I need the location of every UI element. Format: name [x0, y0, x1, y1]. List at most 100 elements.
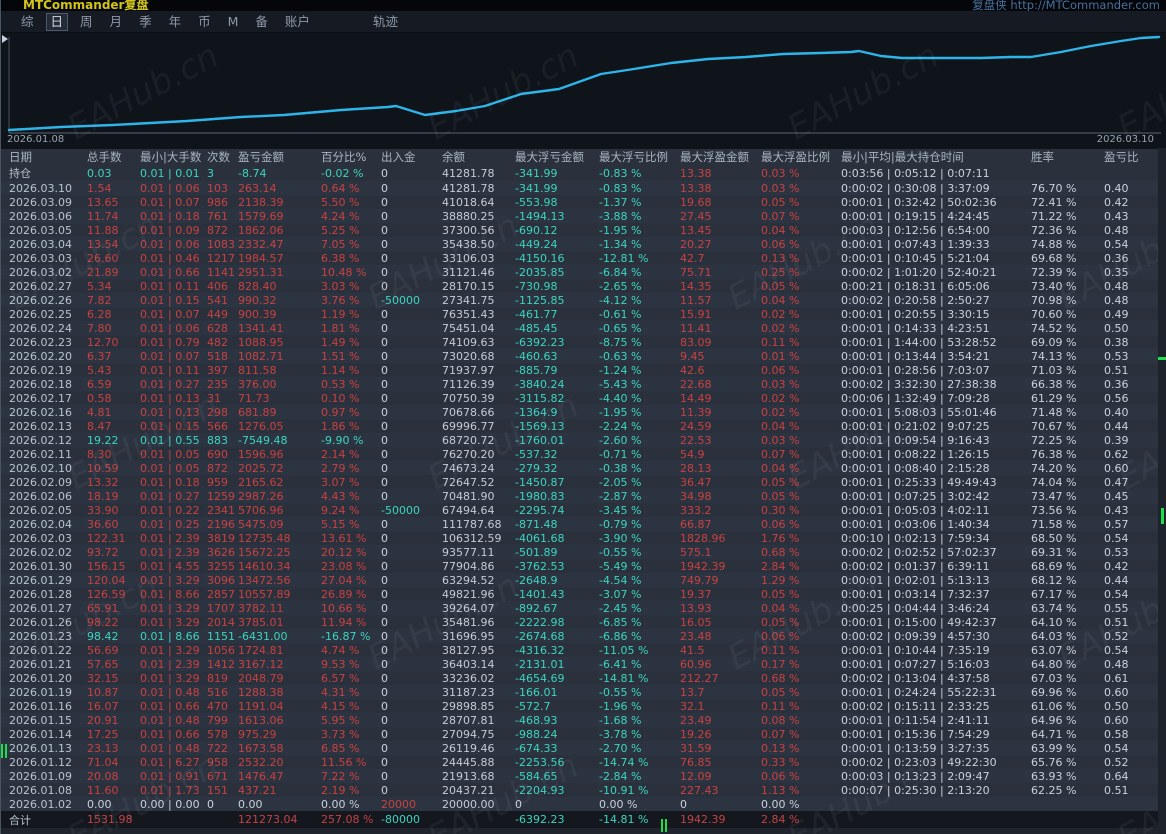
- cell: 0.03 %: [761, 166, 800, 180]
- table-row[interactable]: 2026.02.18 6.59 0.01 | 0.27 235 376.00 0.53 %…: [1, 377, 1166, 391]
- table-row[interactable]: 2026.01.15 20.91 0.01 | 0.48 799 1613.06 5.95…: [1, 713, 1166, 727]
- open-position-row[interactable]: 持仓 0.03 0.01 | 0.01 3 -8.74 -0.02 % 0 41281.78 -…: [1, 165, 1166, 181]
- table-row[interactable]: 2026.01.02 0.00 0.00 | 0.00 0 0.00 0.00 % 2000…: [1, 797, 1166, 811]
- cell: 9.53 %: [321, 657, 360, 671]
- cell: 77904.86: [442, 559, 495, 573]
- cell: 0: [381, 447, 388, 461]
- table-row[interactable]: 2026.02.11 8.30 0.01 | 0.05 690 1596.96 2.14 …: [1, 447, 1166, 461]
- cell: 0:00:02 | 0:13:04 | 4:37:58: [841, 671, 990, 685]
- table-row[interactable]: 2026.01.12 71.04 0.01 | 6.27 958 2532.20 11.5…: [1, 755, 1166, 769]
- table-row[interactable]: 2026.02.06 18.19 0.01 | 0.27 1259 2987.26 4.4…: [1, 489, 1166, 503]
- table-row[interactable]: 2026.02.05 33.90 0.01 | 0.22 2341 5706.96 9.2…: [1, 503, 1166, 517]
- cell: -341.99: [515, 181, 558, 195]
- cell: 0.01 | 6.27: [140, 755, 200, 769]
- cell: 33.90: [87, 503, 119, 517]
- cell: 3782.11: [238, 601, 284, 615]
- equity-curve-svg: [7, 35, 1161, 134]
- table-row[interactable]: 2026.01.14 17.25 0.01 | 0.66 578 975.29 3.73 …: [1, 727, 1166, 741]
- table-row[interactable]: 2026.03.10 1.54 0.01 | 0.06 103 263.14 0.64 %…: [1, 181, 1166, 195]
- menu-item-7[interactable]: M: [224, 14, 243, 30]
- cell: 828.40: [238, 279, 277, 293]
- cell: 31121.46: [442, 265, 495, 279]
- menu-item-0[interactable]: 综: [17, 14, 38, 30]
- table-row[interactable]: 2026.02.02 93.72 0.01 | 2.39 3626 15672.25 20…: [1, 545, 1166, 559]
- table-row[interactable]: 2026.02.04 36.60 0.01 | 0.25 2196 5475.09 5.1…: [1, 517, 1166, 531]
- table-row[interactable]: 2026.01.29 120.04 0.01 | 3.29 3096 13472.56 2…: [1, 573, 1166, 587]
- cell: 0.03: [87, 166, 112, 180]
- cell: 42.6: [680, 363, 705, 377]
- cell: 0.53: [1104, 545, 1129, 559]
- table-row[interactable]: 2026.01.21 57.65 0.01 | 2.39 1412 3167.12 9.5…: [1, 657, 1166, 671]
- cell: 518: [207, 349, 228, 363]
- table-row[interactable]: 2026.02.25 6.28 0.01 | 0.07 449 900.39 1.19 %…: [1, 307, 1166, 321]
- cell: -2.87 %: [599, 489, 642, 503]
- table-row[interactable]: 2026.01.16 16.07 0.01 | 0.66 470 1191.04 4.15…: [1, 699, 1166, 713]
- table-row[interactable]: 2026.02.16 4.81 0.01 | 0.13 298 681.89 0.97 %…: [1, 405, 1166, 419]
- table-row[interactable]: 2026.02.24 7.80 0.01 | 0.06 628 1341.41 1.81 …: [1, 321, 1166, 335]
- cell: 72.36 %: [1031, 223, 1077, 237]
- column-header: 最大浮亏金额: [515, 150, 584, 164]
- table-row[interactable]: 2026.02.23 12.70 0.01 | 0.79 482 1088.95 1.49…: [1, 335, 1166, 349]
- table-row[interactable]: 2026.02.13 8.47 0.01 | 0.15 566 1276.05 1.86 …: [1, 419, 1166, 433]
- cell: 1613.06: [238, 713, 284, 727]
- cell: -871.48: [515, 517, 558, 531]
- table-row[interactable]: 2026.02.09 13.32 0.01 | 0.18 959 2165.62 3.07…: [1, 475, 1166, 489]
- cell: 0.64 %: [321, 181, 360, 195]
- menu-item-5[interactable]: 年: [165, 14, 186, 30]
- menu-item-3[interactable]: 月: [106, 14, 127, 30]
- cell: 0:00:02 | 0:01:37 | 6:39:11: [841, 559, 990, 573]
- table-row[interactable]: 2026.01.08 11.60 0.01 | 1.73 151 437.21 2.19 …: [1, 783, 1166, 797]
- table-row[interactable]: 2026.01.30 156.15 0.01 | 4.55 3255 14610.34 2…: [1, 559, 1166, 573]
- cell: 66.38 %: [1031, 377, 1077, 391]
- cell: 0.61: [1104, 671, 1129, 685]
- menu-item-6[interactable]: 币: [194, 14, 215, 30]
- menu-item-9[interactable]: 账户: [281, 14, 314, 30]
- column-header: 最大浮盈金额: [680, 150, 749, 164]
- menu-item-4[interactable]: 季: [135, 14, 156, 30]
- cell: 72.25 %: [1031, 433, 1077, 447]
- table-row[interactable]: 2026.02.17 0.58 0.01 | 0.13 31 71.73 0.10 % 0 7…: [1, 391, 1166, 405]
- cell: 28.13: [680, 461, 712, 475]
- cell: 66.87: [680, 517, 712, 531]
- table-row[interactable]: 2026.01.20 32.15 0.01 | 3.29 819 2048.79 6.57…: [1, 671, 1166, 685]
- cell: 406: [207, 279, 228, 293]
- menu-item-1[interactable]: 日: [45, 12, 69, 31]
- cell: 0.49: [1104, 307, 1129, 321]
- table-row[interactable]: 2026.02.20 6.37 0.01 | 0.07 518 1082.71 1.51 …: [1, 349, 1166, 363]
- menu-item-2[interactable]: 周: [76, 14, 97, 30]
- cell: 482: [207, 335, 228, 349]
- table-row[interactable]: 2026.01.22 56.69 0.01 | 3.29 1056 1724.81 4.7…: [1, 643, 1166, 657]
- table-row[interactable]: 2026.03.06 11.74 0.01 | 0.18 761 1579.69 4.24…: [1, 209, 1166, 223]
- table-row[interactable]: 2026.02.12 19.22 0.01 | 0.55 883 -7549.48 -9.…: [1, 433, 1166, 447]
- cell: 11.60: [87, 783, 119, 797]
- table-row[interactable]: 2026.01.27 65.91 0.01 | 3.29 1707 3782.11 10.…: [1, 601, 1166, 615]
- cell: 37300.56: [442, 223, 495, 237]
- cell: 71126.39: [442, 377, 495, 391]
- table-row[interactable]: 2026.02.03 122.31 0.01 | 2.39 3819 12735.48 1…: [1, 531, 1166, 545]
- table-row[interactable]: 2026.02.10 10.59 0.01 | 0.05 872 2025.72 2.79…: [1, 461, 1166, 475]
- table-row[interactable]: 2026.03.02 21.89 0.01 | 0.66 1141 2951.31 10.…: [1, 265, 1166, 279]
- table-row[interactable]: 2026.03.03 26.60 0.01 | 0.46 1217 1984.57 6.3…: [1, 251, 1166, 265]
- scrollbar[interactable]: [1158, 148, 1166, 834]
- cell: 72647.52: [442, 475, 495, 489]
- table-row[interactable]: 2026.03.05 11.88 0.01 | 0.09 872 1862.06 5.25…: [1, 223, 1166, 237]
- table-row[interactable]: 2026.01.26 98.22 0.01 | 3.29 2014 3785.01 11.…: [1, 615, 1166, 629]
- menu-item-8[interactable]: 备: [251, 14, 272, 30]
- cell: 0.00 | 0.00: [140, 797, 200, 811]
- table-row[interactable]: 2026.01.09 20.08 0.01 | 0.91 671 1476.47 7.22…: [1, 769, 1166, 783]
- table-row[interactable]: 2026.03.09 13.65 0.01 | 0.07 986 2138.39 5.50…: [1, 195, 1166, 209]
- menu-item-10[interactable]: 轨迹: [369, 14, 402, 30]
- table-row[interactable]: 2026.01.23 98.42 0.01 | 8.66 1151 -6431.00 -1…: [1, 629, 1166, 643]
- cell: 397: [207, 363, 228, 377]
- cell: 36.47: [680, 475, 712, 489]
- table-row[interactable]: 2026.02.26 7.82 0.01 | 0.15 541 990.32 3.76 %…: [1, 293, 1166, 307]
- table-row[interactable]: 2026.02.19 5.43 0.01 | 0.11 397 811.58 1.14 %…: [1, 363, 1166, 377]
- table-row[interactable]: 2026.01.13 23.13 0.01 | 0.48 722 1673.58 6.85…: [1, 741, 1166, 755]
- cell: 0: [381, 615, 388, 629]
- brand-link[interactable]: 复盘侠 http://MTCommander.com: [972, 0, 1160, 11]
- table-row[interactable]: 2026.03.04 13.54 0.01 | 0.06 1083 2332.47 7.0…: [1, 237, 1166, 251]
- table-row[interactable]: 2026.01.28 126.59 0.01 | 8.66 2857 10557.89 2…: [1, 587, 1166, 601]
- cell: 70481.90: [442, 489, 495, 503]
- table-row[interactable]: 2026.02.27 5.34 0.01 | 0.11 406 828.40 3.03 %…: [1, 279, 1166, 293]
- table-row[interactable]: 2026.01.19 10.87 0.01 | 0.48 516 1288.38 4.31…: [1, 685, 1166, 699]
